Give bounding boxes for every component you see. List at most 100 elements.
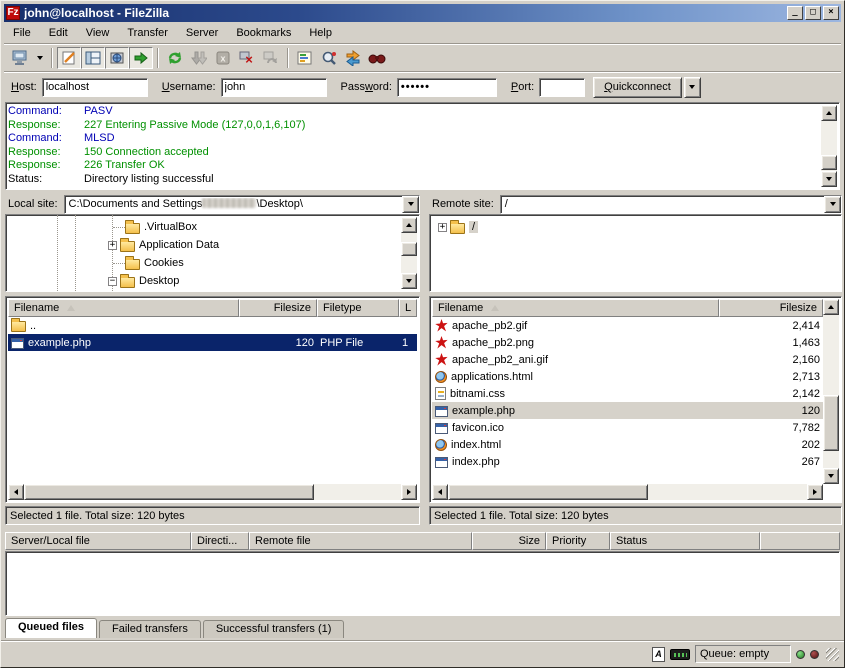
find-files-button[interactable] [365, 47, 389, 69]
close-button[interactable]: × [823, 6, 839, 20]
port-input[interactable] [539, 78, 585, 97]
file-row[interactable]: bitnami.css 2,142 [432, 385, 823, 402]
reconnect-icon [263, 50, 279, 66]
column-header-filename[interactable]: Filename [8, 299, 239, 317]
scrollbar-thumb[interactable] [823, 395, 839, 451]
column-header-last-modified[interactable]: L [399, 299, 417, 317]
file-row[interactable]: .. [8, 317, 417, 334]
remote-list-hscrollbar[interactable] [432, 484, 823, 500]
maximize-button[interactable]: □ [805, 6, 821, 20]
remote-site-dropdown-button[interactable] [824, 196, 841, 213]
reconnect-button[interactable] [259, 47, 283, 69]
status-bar: Queue: empty [4, 643, 841, 665]
scrollbar-thumb[interactable] [821, 155, 837, 170]
password-input[interactable] [397, 78, 497, 97]
file-row[interactable]: index.html 202 [432, 436, 823, 453]
file-last-modified: 1 [402, 337, 408, 349]
column-header-filetype[interactable]: Filetype [317, 299, 399, 317]
expand-plus-icon[interactable] [438, 223, 447, 232]
port-label: Port: [511, 81, 534, 93]
process-queue-icon [191, 50, 207, 66]
log-scrollbar[interactable] [821, 105, 837, 187]
tab-failed-transfers[interactable]: Failed transfers [99, 620, 201, 638]
directory-comparison-button[interactable] [317, 47, 341, 69]
remote-site-combo[interactable]: / [500, 195, 842, 214]
local-list-hscrollbar[interactable] [8, 484, 417, 500]
firefox-html-icon [435, 371, 447, 383]
menu-server[interactable]: Server [177, 25, 227, 41]
file-name: apache_pb2.png [452, 337, 534, 349]
data-type-ascii-icon[interactable] [652, 647, 665, 662]
minimize-button[interactable]: _ [787, 6, 803, 20]
menu-bookmarks[interactable]: Bookmarks [227, 25, 300, 41]
column-header-filesize[interactable]: Filesize [239, 299, 317, 317]
synchronized-browsing-button[interactable] [341, 47, 365, 69]
panel-splitter[interactable] [420, 193, 429, 522]
scroll-right-icon [407, 489, 411, 495]
toggle-remote-tree-button[interactable] [105, 47, 129, 69]
collapse-minus-icon[interactable] [108, 277, 117, 286]
remote-list-vscrollbar[interactable] [823, 299, 839, 484]
resize-grip[interactable] [826, 648, 839, 661]
menu-file[interactable]: File [4, 25, 40, 41]
file-row-selected[interactable]: example.php 120 PHP File 1 [8, 334, 417, 351]
menu-edit[interactable]: Edit [40, 25, 77, 41]
toggle-message-log-button[interactable] [57, 47, 81, 69]
column-header-server-local-file[interactable]: Server/Local file [5, 532, 191, 550]
column-header-status[interactable]: Status [610, 532, 760, 550]
host-input[interactable] [42, 78, 148, 97]
directory-filters-button[interactable] [293, 47, 317, 69]
cancel-button[interactable]: x [211, 47, 235, 69]
tab-queued-files[interactable]: Queued files [5, 618, 97, 638]
process-queue-button[interactable] [187, 47, 211, 69]
tree-item[interactable]: / [430, 218, 841, 236]
tree-item[interactable]: Cookies [6, 254, 401, 272]
scroll-down-icon [826, 177, 832, 181]
menu-transfer[interactable]: Transfer [118, 25, 177, 41]
toggle-transfer-queue-button[interactable] [129, 47, 153, 69]
file-row[interactable]: apache_pb2.gif 2,414 [432, 317, 823, 334]
toolbar: x × [4, 45, 841, 71]
column-header-size[interactable]: Size [472, 532, 546, 550]
toggle-local-tree-button[interactable] [81, 47, 105, 69]
quickconnect-dropdown-button[interactable] [684, 77, 701, 98]
expand-plus-icon[interactable] [108, 241, 117, 250]
file-row[interactable]: favicon.ico 7,782 [432, 419, 823, 436]
site-manager-dropdown-button[interactable] [32, 47, 47, 69]
scrollbar-thumb[interactable] [448, 484, 648, 500]
css-file-icon [435, 387, 446, 400]
column-header-remote-file[interactable]: Remote file [249, 532, 472, 550]
scroll-down-icon [828, 474, 834, 478]
username-input[interactable] [221, 78, 327, 97]
php-file-icon [435, 457, 448, 468]
tree-item[interactable]: .VirtualBox [6, 218, 401, 236]
local-site-combo[interactable]: C:\Documents and Settings\Desktop\ [64, 195, 420, 214]
title-bar[interactable]: john@localhost - FileZilla _ □ × [4, 4, 841, 22]
file-row[interactable]: index.php 267 [432, 453, 823, 470]
column-header-priority[interactable]: Priority [546, 532, 610, 550]
tree-item[interactable]: Application Data [6, 236, 401, 254]
local-tree-scrollbar[interactable] [401, 217, 417, 289]
scroll-up-icon [828, 305, 834, 309]
tab-successful-transfers[interactable]: Successful transfers (1) [203, 620, 345, 638]
column-header-filename[interactable]: Filename [432, 299, 719, 317]
column-header-direction[interactable]: Directi... [191, 532, 249, 550]
refresh-button[interactable] [163, 47, 187, 69]
scrollbar-thumb[interactable] [24, 484, 314, 500]
quickconnect-button[interactable]: Quickconnect [593, 77, 682, 98]
column-header-filesize[interactable]: Filesize [719, 299, 823, 317]
sync-browsing-icon [345, 50, 361, 66]
file-row-selected[interactable]: example.php 120 [432, 402, 823, 419]
menu-help[interactable]: Help [300, 25, 341, 41]
tree-item[interactable]: Desktop [6, 272, 401, 290]
menu-view[interactable]: View [77, 25, 119, 41]
scrollbar-thumb[interactable] [401, 242, 417, 256]
tree-item-label: Cookies [144, 257, 184, 269]
speed-limits-icon[interactable] [670, 649, 690, 660]
file-row[interactable]: apache_pb2.png 1,463 [432, 334, 823, 351]
file-row[interactable]: applications.html 2,713 [432, 368, 823, 385]
local-site-dropdown-button[interactable] [402, 196, 419, 213]
site-manager-button[interactable] [8, 47, 32, 69]
file-row[interactable]: apache_pb2_ani.gif 2,160 [432, 351, 823, 368]
disconnect-button[interactable]: × [235, 47, 259, 69]
